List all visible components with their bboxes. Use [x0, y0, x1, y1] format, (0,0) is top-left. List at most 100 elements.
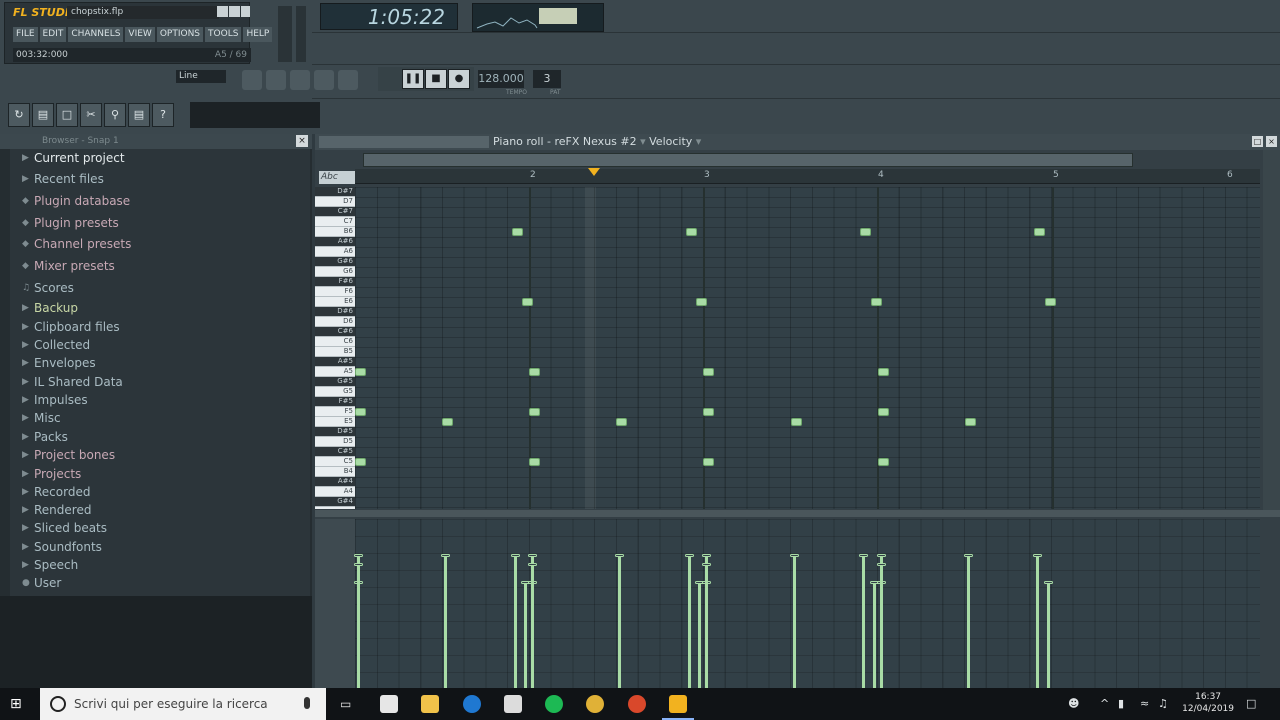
velocity-handle[interactable]: [702, 554, 712, 558]
mixer-icon[interactable]: [338, 70, 358, 90]
note-grid[interactable]: [355, 187, 1260, 509]
stop-button[interactable]: ■: [425, 69, 447, 89]
piano-key-cs6[interactable]: C#6: [315, 327, 355, 337]
velocity-handle[interactable]: [441, 554, 451, 558]
master-volume-slider[interactable]: [278, 6, 292, 62]
fl-studio-icon[interactable]: [669, 695, 687, 713]
piano-key-gs4[interactable]: G#4: [315, 497, 355, 507]
velocity-stem[interactable]: [357, 564, 360, 688]
note[interactable]: [355, 368, 366, 376]
velocity-handle[interactable]: [354, 562, 363, 566]
browser-item[interactable]: ▶ Project bones: [10, 446, 310, 464]
piano-key-f6[interactable]: F6: [315, 287, 355, 297]
browser-item[interactable]: ▶ Envelopes: [10, 354, 310, 372]
edge-icon[interactable]: [463, 695, 481, 713]
velocity-handle[interactable]: [876, 562, 886, 566]
save-icon[interactable]: ▤: [32, 103, 54, 127]
piano-key-d7[interactable]: D7: [315, 197, 355, 207]
piano-key-b6[interactable]: B6: [315, 227, 355, 237]
piano-key-a4[interactable]: A4: [315, 487, 355, 497]
velocity-handle[interactable]: [876, 554, 886, 558]
piano-key-as5[interactable]: A#5: [315, 357, 355, 367]
velocity-stem[interactable]: [513, 556, 517, 688]
velocity-handle[interactable]: [1033, 554, 1043, 558]
browser-item[interactable]: ▶ Rendered: [10, 501, 310, 519]
browser-item[interactable]: ◆ Channel presets: [10, 235, 310, 253]
key-label-toggle[interactable]: Abc: [319, 171, 355, 184]
browser-item[interactable]: ▶ Collected: [10, 336, 310, 354]
piano-key-a6[interactable]: A6: [315, 247, 355, 257]
browser-item[interactable]: ◆ Mixer presets: [10, 257, 310, 275]
system-clock[interactable]: 16:37 12/04/2019: [1182, 691, 1234, 715]
menu-help[interactable]: HELP: [243, 27, 273, 42]
note[interactable]: [860, 228, 872, 236]
piano-roll-icon[interactable]: [290, 70, 310, 90]
piano-key-ds7[interactable]: D#7: [315, 187, 355, 197]
menu-file[interactable]: FILE: [13, 27, 38, 42]
piano-key-cs7[interactable]: C#7: [315, 207, 355, 217]
browser-item[interactable]: ▶ Backup: [10, 299, 310, 317]
undo-icon[interactable]: ↻: [8, 103, 30, 127]
browser-item[interactable]: ● User: [10, 574, 310, 592]
piano-keyboard[interactable]: D#7 D7 C#7 C7 B6 A#6 A6 G#6 G6 F#6 F6 E6 D#6 D6 C#6 C6 B…: [315, 187, 355, 509]
note[interactable]: [790, 418, 802, 426]
note[interactable]: [529, 408, 541, 416]
maximize-icon[interactable]: □: [1252, 136, 1263, 147]
piano-key-ds6[interactable]: D#6: [315, 307, 355, 317]
velocity-handle[interactable]: [859, 554, 869, 558]
vertical-scrollbar[interactable]: [1263, 150, 1280, 510]
browser-item[interactable]: ◆ Plugin presets: [10, 214, 310, 232]
minimize-icon[interactable]: [217, 6, 228, 17]
velocity-stem[interactable]: [524, 583, 528, 688]
velocity-stem[interactable]: [698, 583, 702, 688]
record-button[interactable]: ●: [448, 69, 470, 89]
piano-key-c7[interactable]: C7: [315, 217, 355, 227]
browser-item[interactable]: ▶ Impulses: [10, 391, 310, 409]
velocity-handle[interactable]: [684, 554, 694, 558]
piano-key-g5[interactable]: G5: [315, 387, 355, 397]
velocity-stem[interactable]: [862, 556, 866, 688]
piano-key-fs6[interactable]: F#6: [315, 277, 355, 287]
menu-options[interactable]: OPTIONS: [156, 27, 204, 42]
browser-item[interactable]: ▶ Current project: [10, 149, 310, 167]
browser-item[interactable]: ◆ Plugin database: [10, 192, 310, 210]
velocity-handle[interactable]: [702, 562, 712, 566]
notification-icon[interactable]: □: [1246, 697, 1256, 710]
clipboard-icon[interactable]: ▤: [128, 103, 150, 127]
velocity-stem[interactable]: [879, 564, 883, 688]
note[interactable]: [877, 408, 889, 416]
browser-item[interactable]: ♫ Scores: [10, 279, 310, 297]
cut-icon[interactable]: ✂: [80, 103, 102, 127]
note[interactable]: [877, 458, 889, 466]
maximize-icon[interactable]: [229, 6, 240, 17]
piano-key-gs5[interactable]: G#5: [315, 377, 355, 387]
menu-view[interactable]: VIEW: [125, 27, 155, 42]
chrome-icon[interactable]: [586, 695, 604, 713]
piano-key-d6[interactable]: D6: [315, 317, 355, 327]
menu-channels[interactable]: CHANNELS: [68, 27, 124, 42]
piano-key-as4[interactable]: A#4: [315, 477, 355, 487]
note[interactable]: [355, 408, 366, 416]
browser-item[interactable]: ▶ Packs: [10, 428, 310, 446]
note[interactable]: [522, 298, 534, 306]
event-target[interactable]: Velocity: [649, 135, 692, 148]
browser-item[interactable]: ▶ Sliced beats: [10, 519, 310, 537]
piano-key-b5[interactable]: B5: [315, 347, 355, 357]
menu-tools[interactable]: TOOLS: [205, 27, 242, 42]
snap-selector[interactable]: Line: [176, 70, 226, 83]
note[interactable]: [685, 228, 697, 236]
velocity-handle[interactable]: [789, 554, 799, 558]
note[interactable]: [703, 368, 715, 376]
velocity-handle[interactable]: [528, 554, 538, 558]
piano-key-cs5[interactable]: C#5: [315, 447, 355, 457]
chrome-icon[interactable]: [628, 695, 646, 713]
browser-item[interactable]: ▶ Soundfonts: [10, 538, 310, 556]
browser-icon[interactable]: [314, 70, 334, 90]
close-icon[interactable]: ×: [296, 135, 308, 147]
file-explorer-icon[interactable]: [421, 695, 439, 713]
tempo-display[interactable]: 128.000: [478, 70, 524, 88]
event-editor-divider[interactable]: [315, 510, 1280, 517]
browser-item[interactable]: ▶ IL Shared Data: [10, 373, 310, 391]
wifi-icon[interactable]: ≈: [1140, 697, 1149, 710]
note[interactable]: [703, 458, 715, 466]
